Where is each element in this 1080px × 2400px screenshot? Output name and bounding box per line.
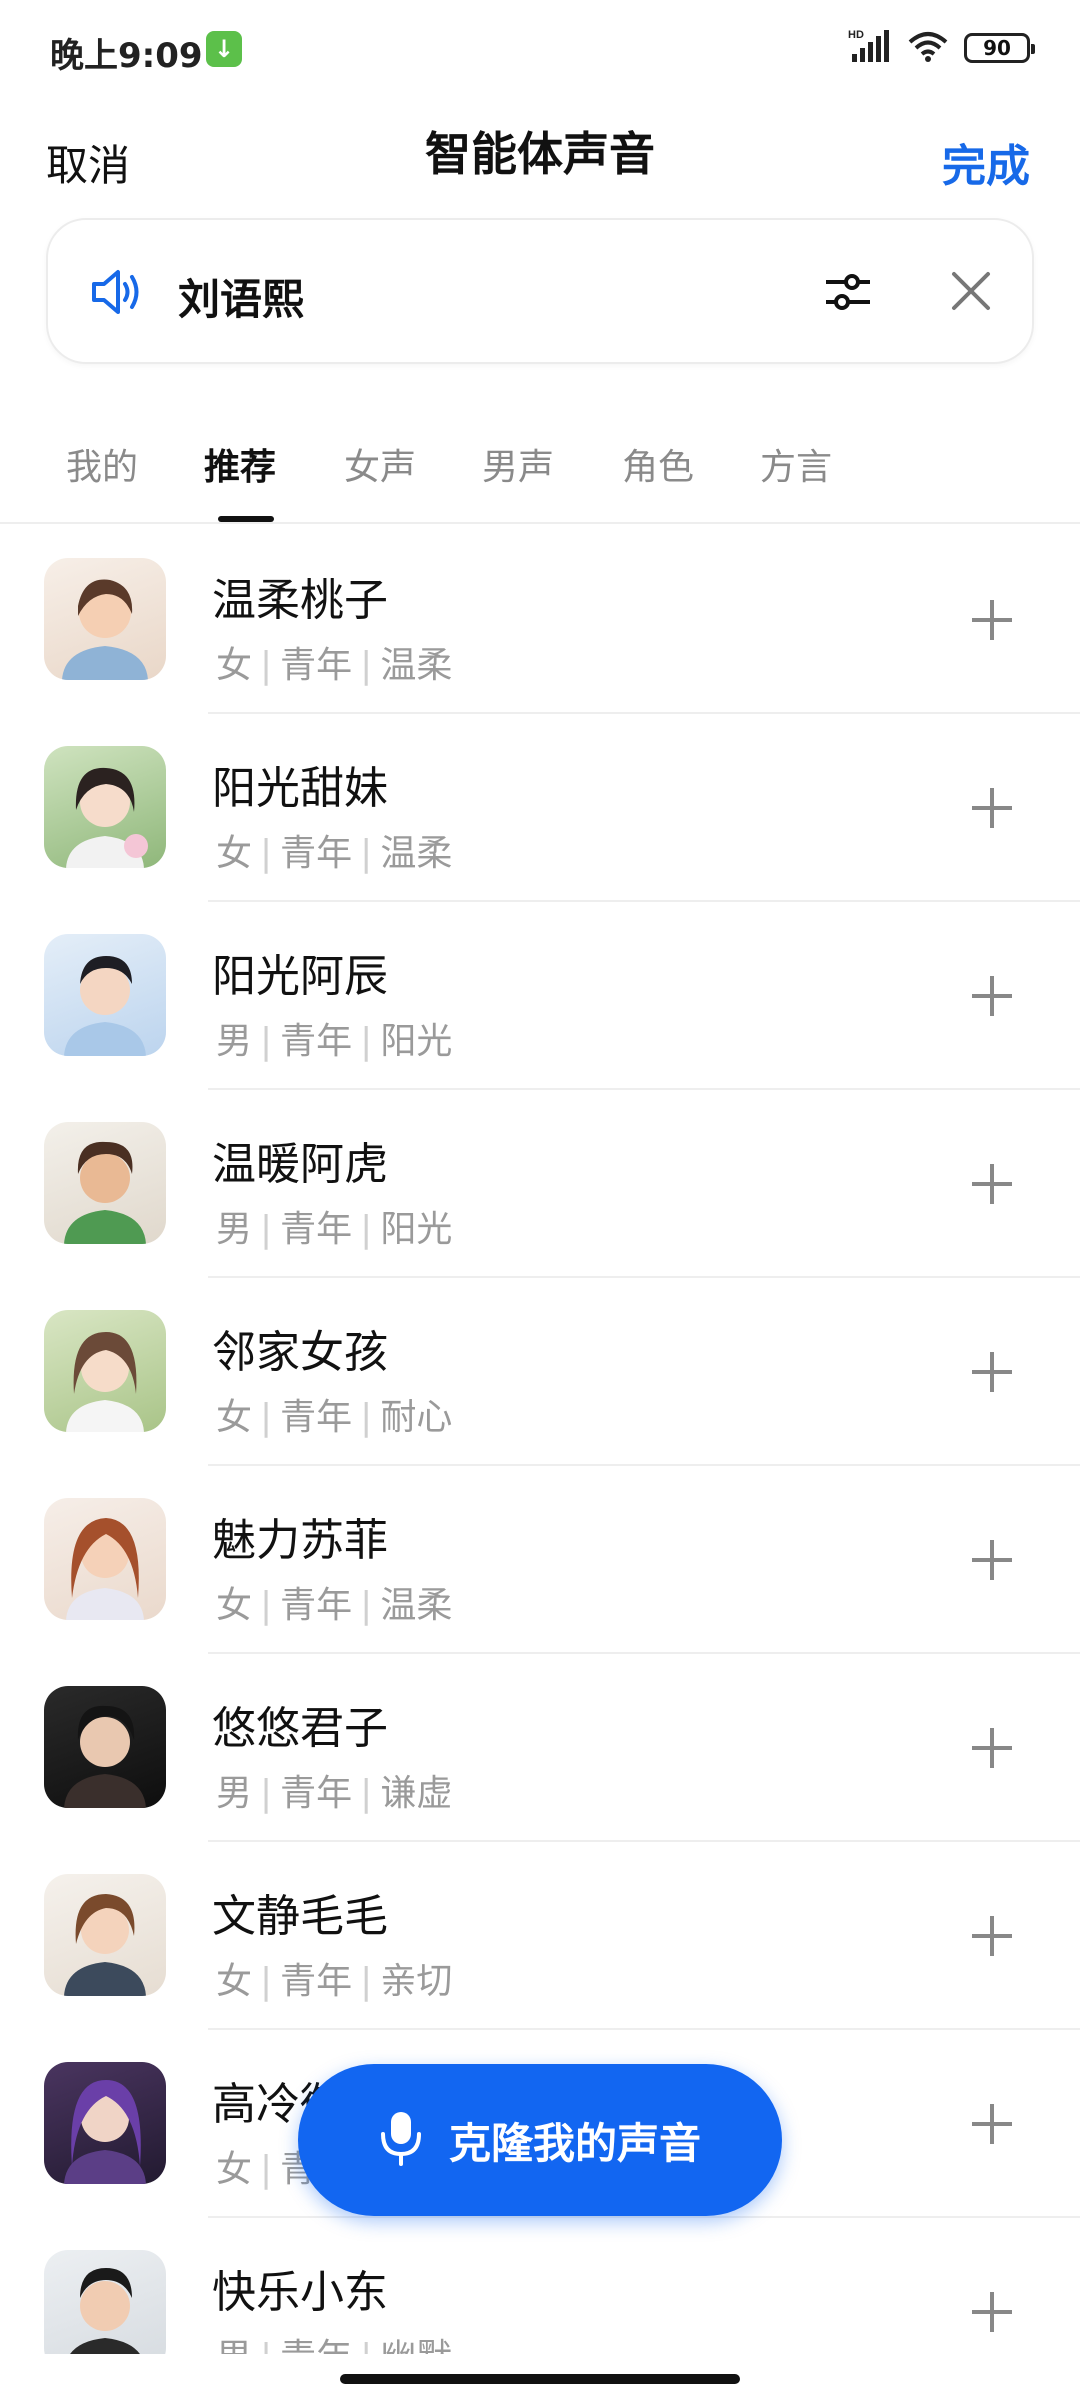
- page-title: 智能体声音: [425, 127, 655, 181]
- voice-name: 文静毛毛: [212, 1891, 388, 1942]
- close-icon[interactable]: [946, 266, 996, 320]
- status-bar: 晚上9:09 ↓ HD 90: [0, 0, 1080, 96]
- add-icon[interactable]: [968, 1536, 1016, 1588]
- voice-name: 邻家女孩: [212, 1327, 388, 1378]
- status-icons: HD 90: [848, 28, 1035, 68]
- voice-name: 阳光阿辰: [212, 951, 388, 1002]
- voice-tags: 女 | 青年 | 温柔: [216, 1585, 453, 1626]
- home-indicator[interactable]: [340, 2374, 740, 2384]
- selected-voice-bar[interactable]: 刘语熙: [46, 218, 1034, 364]
- voice-tags: 女 | 青年 | 耐心: [216, 1397, 453, 1438]
- svg-text:HD: HD: [848, 29, 864, 41]
- avatar: [44, 1310, 166, 1432]
- add-icon[interactable]: [968, 1912, 1016, 1964]
- voice-tags: 女 | 青年 | 温柔: [216, 645, 453, 686]
- tab-characters[interactable]: 角色: [622, 438, 694, 490]
- list-item[interactable]: 文静毛毛 女 | 青年 | 亲切: [0, 1842, 1080, 2030]
- selected-voice-name: 刘语熙: [178, 275, 305, 324]
- list-item[interactable]: 阳光甜妹 女 | 青年 | 温柔: [0, 714, 1080, 902]
- voice-tags: 男 | 青年 | 谦虚: [216, 1773, 453, 1814]
- voice-tags: 女 | 青年 | 亲切: [216, 1961, 453, 2002]
- clone-button-label: 克隆我的声音: [448, 2118, 701, 2168]
- add-icon[interactable]: [968, 972, 1016, 1024]
- voice-name: 快乐小东: [212, 2267, 388, 2318]
- add-icon[interactable]: [968, 784, 1016, 836]
- list-item[interactable]: 阳光阿辰 男 | 青年 | 阳光: [0, 902, 1080, 1090]
- tab-mine[interactable]: 我的: [66, 438, 138, 490]
- done-button[interactable]: 完成: [942, 130, 1030, 194]
- add-icon[interactable]: [968, 1348, 1016, 1400]
- voice-name: 温暖阿虎: [212, 1139, 388, 1190]
- list-item[interactable]: 悠悠君子 男 | 青年 | 谦虚: [0, 1654, 1080, 1842]
- header: 取消 智能体声音 完成: [0, 96, 1080, 212]
- microphone-icon: [379, 2110, 423, 2170]
- list-item[interactable]: 魅力苏菲 女 | 青年 | 温柔: [0, 1466, 1080, 1654]
- tab-female[interactable]: 女声: [344, 438, 416, 490]
- voice-name: 魅力苏菲: [212, 1515, 388, 1566]
- avatar: [44, 1874, 166, 1996]
- avatar: [44, 1122, 166, 1244]
- battery-indicator: 90: [964, 33, 1035, 63]
- wifi-icon: [906, 28, 950, 68]
- voice-tags: 男 | 青年 | 阳光: [216, 1021, 453, 1062]
- voice-tags: 女 | 青年 | 温柔: [216, 833, 453, 874]
- voice-name: 悠悠君子: [212, 1703, 388, 1754]
- add-icon[interactable]: [968, 1160, 1016, 1212]
- avatar: [44, 558, 166, 680]
- list-item[interactable]: 快乐小东 男|青年|幽默: [0, 2218, 1080, 2354]
- avatar: [44, 1498, 166, 1620]
- active-tab-indicator: [218, 516, 274, 522]
- add-icon[interactable]: [968, 2100, 1016, 2152]
- list-item[interactable]: 邻家女孩 女 | 青年 | 耐心: [0, 1278, 1080, 1466]
- avatar: [44, 934, 166, 1056]
- clone-my-voice-button[interactable]: 克隆我的声音: [298, 2064, 782, 2216]
- download-arrow-icon: ↓: [206, 31, 242, 67]
- signal-icon: HD: [848, 28, 892, 68]
- status-time: 晚上9:09: [50, 36, 203, 76]
- tab-male[interactable]: 男声: [482, 438, 554, 490]
- add-icon[interactable]: [968, 1724, 1016, 1776]
- sliders-icon[interactable]: [820, 264, 876, 324]
- avatar: [44, 1686, 166, 1808]
- avatar: [44, 2062, 166, 2184]
- voice-tags: 男|青年|幽默: [216, 2328, 452, 2354]
- voice-tags: 男 | 青年 | 阳光: [216, 1209, 453, 1250]
- list-item[interactable]: 温柔桃子 女 | 青年 | 温柔: [0, 526, 1080, 714]
- speaker-icon[interactable]: [88, 264, 144, 324]
- tab-recommended[interactable]: 推荐: [204, 438, 276, 490]
- voice-name: 温柔桃子: [212, 575, 388, 626]
- category-tabs: 我的 推荐 女声 男声 角色 方言: [0, 420, 1080, 524]
- voice-name: 阳光甜妹: [212, 763, 388, 814]
- avatar: [44, 746, 166, 868]
- add-icon[interactable]: [968, 596, 1016, 648]
- avatar: [44, 2250, 166, 2354]
- add-icon[interactable]: [968, 2288, 1016, 2340]
- list-item[interactable]: 温暖阿虎 男 | 青年 | 阳光: [0, 1090, 1080, 1278]
- tab-dialects[interactable]: 方言: [760, 438, 832, 490]
